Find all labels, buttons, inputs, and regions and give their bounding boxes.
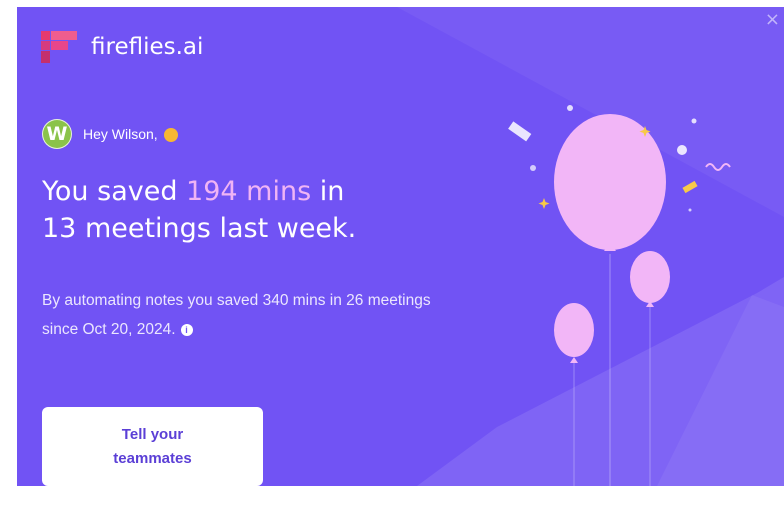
- tell-teammates-button[interactable]: Tell your teammates: [42, 407, 263, 486]
- headline-highlight: 194 mins: [186, 176, 312, 207]
- confetti-dot-4: [691, 118, 697, 124]
- confetti-dot-3: [677, 145, 687, 155]
- balloon-left: [554, 303, 594, 357]
- greeting: W Hey Wilson,: [42, 119, 178, 149]
- brand-logo: fireflies.ai: [41, 31, 203, 63]
- confetti-dot-2: [530, 165, 536, 171]
- avatar: W: [42, 119, 72, 149]
- close-icon[interactable]: ×: [765, 11, 780, 29]
- tell-teammates-label: Tell your teammates: [113, 425, 192, 467]
- savings-summary-text: By automating notes you saved 340 mins i…: [42, 292, 431, 338]
- confetti-yellow: [682, 180, 698, 194]
- headline-part1: You saved: [42, 176, 187, 207]
- headline: You saved 194 mins in 13 meetings last w…: [42, 173, 356, 247]
- smile-emoji-icon: [163, 128, 178, 142]
- confetti-dot-1: [567, 105, 573, 111]
- headline-line2: 13 meetings last week.: [42, 213, 357, 244]
- fireflies-logo-icon: [41, 31, 77, 63]
- summary-card: × fireflies.ai W Hey Wilson, You saved 1…: [17, 7, 784, 486]
- headline-part2: in: [311, 176, 345, 207]
- sparkle-2: [538, 198, 550, 209]
- balloon-large: [554, 114, 666, 250]
- savings-summary: By automating notes you saved 340 mins i…: [42, 286, 462, 344]
- confetti-white: [508, 121, 532, 142]
- confetti-dot-5: [688, 208, 692, 212]
- brand-name: fireflies.ai: [91, 34, 204, 60]
- info-icon[interactable]: i: [180, 324, 193, 336]
- balloon-right: [630, 251, 670, 303]
- greeting-text: Hey Wilson,: [83, 126, 158, 142]
